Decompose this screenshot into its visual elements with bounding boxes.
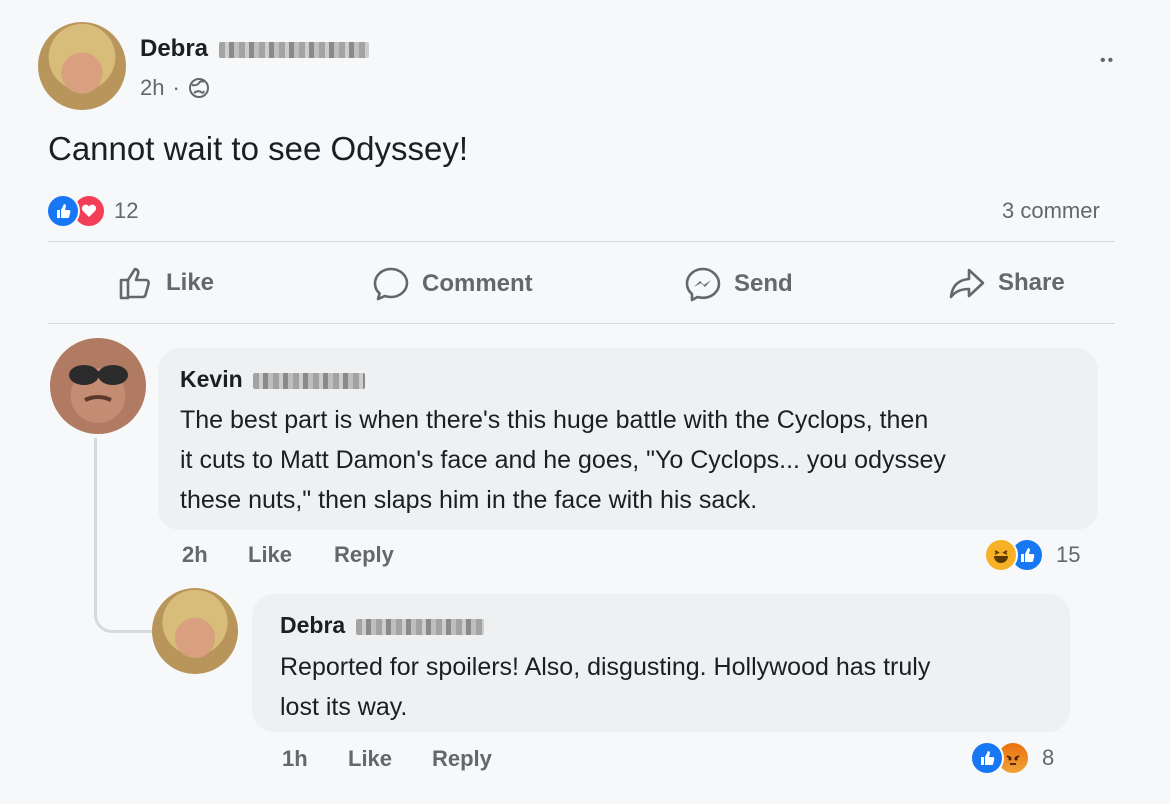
post-text: Cannot wait to see Odyssey! <box>48 130 469 167</box>
blurred-surname <box>253 372 366 389</box>
reply-author-first-name[interactable]: Debra <box>280 612 345 638</box>
comment-author-first-name[interactable]: Kevin <box>180 366 243 392</box>
like-icon <box>46 194 80 228</box>
sunglasses-icon <box>69 365 128 402</box>
post-author-first-name[interactable]: Debra <box>140 35 208 62</box>
comment-time[interactable]: 2h <box>182 542 208 568</box>
messenger-icon <box>685 267 721 302</box>
reply-reactions[interactable]: 8 <box>970 741 1070 775</box>
reply-author-avatar[interactable] <box>152 588 238 674</box>
divider-top <box>48 241 1115 242</box>
like-label: Like <box>166 269 215 296</box>
share-arrow-icon <box>949 268 985 299</box>
post-author-name[interactable]: Debra <box>140 35 369 63</box>
reply-reaction-count: 8 <box>1042 745 1055 770</box>
reply-text-line: Reported for spoilers! Also, disgusting.… <box>280 653 931 681</box>
comment-like-button[interactable]: Like <box>248 542 292 568</box>
comment-bubble: Kevin The best part is when there's this… <box>158 348 1098 530</box>
comment-reply-button[interactable]: Reply <box>334 542 394 568</box>
comment-button[interactable]: Comment <box>372 266 533 302</box>
send-label: Send <box>734 270 793 297</box>
comment-text-line: The best part is when there's this huge … <box>180 406 929 434</box>
post-author-avatar[interactable] <box>38 22 126 110</box>
blurred-surname <box>355 618 484 635</box>
post-reactions-summary[interactable]: 12 <box>46 194 166 228</box>
comment-text-line: it cuts to Matt Damon's face and he goes… <box>180 446 946 474</box>
reply-thread-line <box>94 438 153 633</box>
reply-reply-button[interactable]: Reply <box>432 746 492 772</box>
reply-bubble: Debra Reported for spoilers! Also, disgu… <box>252 594 1070 732</box>
share-button[interactable]: Share <box>948 266 1065 300</box>
reply-time[interactable]: 1h <box>282 746 308 772</box>
reply-author-name[interactable]: Debra <box>280 612 484 639</box>
like-icon <box>970 741 1004 775</box>
comment-text-line: these nuts," then slaps him in the face … <box>180 486 758 514</box>
divider-bottom <box>48 323 1115 324</box>
comment-label: Comment <box>422 270 533 297</box>
post-time[interactable]: 2h <box>140 75 164 101</box>
post-reaction-count: 12 <box>114 198 139 223</box>
like-button[interactable]: Like <box>118 266 214 300</box>
reply-text: Reported for spoilers! Also, disgusting.… <box>280 647 930 727</box>
blurred-surname <box>218 41 369 58</box>
comment-author-name[interactable]: Kevin <box>180 366 366 393</box>
thumbs-up-icon <box>119 267 150 300</box>
comment-text: The best part is when there's this huge … <box>180 400 946 520</box>
post-meta: 2h · <box>140 75 210 101</box>
send-button[interactable]: Send <box>684 266 793 302</box>
globe-icon <box>188 78 209 98</box>
comment-bubble-icon <box>373 267 409 301</box>
comments-count-link[interactable]: 3 commer <box>1002 198 1114 224</box>
comment-reactions[interactable]: 15 <box>984 538 1094 572</box>
meta-separator: · <box>172 75 180 100</box>
haha-icon <box>984 538 1018 572</box>
comment-author-avatar[interactable] <box>50 338 146 434</box>
more-options-button[interactable]: •• <box>1100 52 1115 70</box>
comment-reaction-count: 15 <box>1056 542 1081 567</box>
reply-like-button[interactable]: Like <box>348 746 392 772</box>
reply-text-line: lost its way. <box>280 693 408 721</box>
share-label: Share <box>998 269 1065 296</box>
